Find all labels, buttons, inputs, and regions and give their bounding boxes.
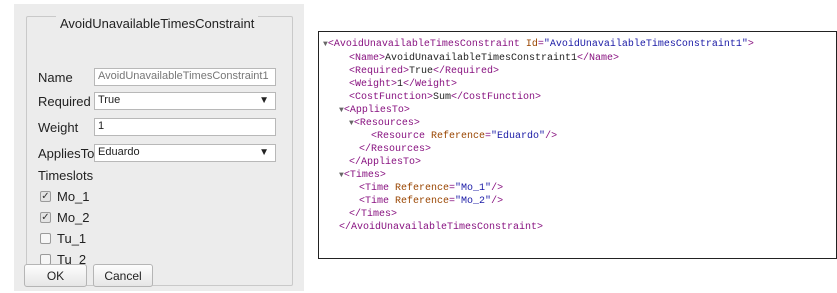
name-label: Name <box>38 70 73 85</box>
xml-tag: </Name> <box>577 53 620 64</box>
xml-attr-name: Id <box>519 39 538 50</box>
required-label: Required <box>38 94 91 109</box>
xml-attr-name: Reference <box>389 183 450 194</box>
xml-tag: </Times> <box>349 209 398 220</box>
weight-label: Weight <box>38 120 79 135</box>
timeslot-label: Tu_1 <box>57 230 87 246</box>
chevron-down-icon: ▼ <box>259 95 269 106</box>
xml-tag: <Time <box>359 196 390 207</box>
required-select-value: True <box>98 94 121 106</box>
xml-tag: > <box>747 39 754 50</box>
xml-tag: <CostFunction> <box>349 92 434 103</box>
xml-tag: <Resource <box>371 131 426 142</box>
xml-tag: <Time <box>359 183 390 194</box>
weight-field[interactable]: 1 <box>94 118 276 136</box>
timeslot-checkbox-mo1[interactable]: ✓ Mo_1 <box>40 188 90 204</box>
timeslot-label: Mo_1 <box>57 188 90 204</box>
timeslots-label: Timeslots <box>38 168 94 183</box>
xml-applies-close-line: </AppliesTo> <box>349 157 421 169</box>
xml-times-open-line: ▼<Times> <box>339 170 386 182</box>
xml-tag: <Resources> <box>353 118 420 129</box>
xml-attr-name: Reference <box>389 196 450 207</box>
checkbox-unchecked-icon[interactable] <box>40 253 51 265</box>
xml-text: Sum <box>433 92 452 103</box>
xml-tag: <Times> <box>343 170 386 181</box>
xml-time1-line: <Time Reference="Mo_1"/> <box>359 183 503 195</box>
xml-times-close-line: </Times> <box>349 209 397 221</box>
xml-root-close-line: </AvoidUnavailableTimesConstraint> <box>339 222 543 234</box>
xml-tag: <AvoidUnavailableTimesConstraint <box>327 39 520 50</box>
xml-tag: <Required> <box>349 66 410 77</box>
constraint-dialog: AvoidUnavailableTimesConstraint Name Avo… <box>14 4 304 291</box>
xml-tag: </Weight> <box>403 79 458 90</box>
name-field[interactable]: AvoidUnavailableTimesConstraint1 <box>94 68 276 86</box>
xml-view: ▼<AvoidUnavailableTimesConstraint Id="Av… <box>318 31 837 259</box>
xml-tag: <AppliesTo> <box>343 105 410 116</box>
xml-text: True <box>409 66 434 77</box>
xml-tag: </Required> <box>433 66 500 77</box>
xml-resources-close-line: </Resources> <box>359 144 431 156</box>
checkbox-checked-icon[interactable]: ✓ <box>40 211 51 223</box>
xml-resources-open-line: ▼<Resources> <box>349 118 420 130</box>
xml-required-line: <Required>True</Required> <box>349 66 499 78</box>
xml-time2-line: <Time Reference="Mo_2"/> <box>359 196 503 208</box>
timeslot-checkbox-tu1[interactable]: Tu_1 <box>40 230 86 246</box>
xml-text: AvoidUnavailableTimesConstraint1 <box>385 53 578 64</box>
xml-attr-value: "AvoidUnavailableTimesConstraint1" <box>543 39 748 50</box>
xml-tag: </Resources> <box>359 144 432 155</box>
chevron-down-icon: ▼ <box>259 147 269 158</box>
xml-tag: </AvoidUnavailableTimesConstraint> <box>339 222 544 233</box>
cancel-button[interactable]: Cancel <box>93 264 153 287</box>
xml-root-open-line: ▼<AvoidUnavailableTimesConstraint Id="Av… <box>323 39 754 51</box>
xml-tag: </CostFunction> <box>451 92 542 103</box>
xml-tag: /> <box>545 131 558 142</box>
xml-attr-value: "Eduardo" <box>491 131 546 142</box>
xml-tag: <Name> <box>349 53 386 64</box>
applies-to-select-value: Eduardo <box>98 146 140 158</box>
xml-attr-value: "Mo_2" <box>455 196 492 207</box>
checkbox-unchecked-icon[interactable] <box>40 232 51 244</box>
fieldset-legend: AvoidUnavailableTimesConstraint <box>56 16 259 31</box>
xml-resource-line: <Resource Reference="Eduardo"/> <box>371 131 557 143</box>
applies-to-select[interactable]: Eduardo ▼ <box>94 144 276 162</box>
xml-attr-value: "Mo_1" <box>455 183 492 194</box>
applies-to-label: AppliesTo <box>38 146 95 161</box>
xml-applies-open-line: ▼<AppliesTo> <box>339 105 410 117</box>
xml-cost-line: <CostFunction>Sum</CostFunction> <box>349 92 541 104</box>
xml-attr-name: Reference <box>425 131 486 142</box>
checkbox-checked-icon[interactable]: ✓ <box>40 190 51 202</box>
xml-tag: <Weight> <box>349 79 398 90</box>
timeslot-label: Mo_2 <box>57 209 90 225</box>
xml-tag: /> <box>491 196 504 207</box>
xml-tag: </AppliesTo> <box>349 157 422 168</box>
required-select[interactable]: True ▼ <box>94 92 276 110</box>
ok-button[interactable]: OK <box>24 264 87 287</box>
xml-name-line: <Name>AvoidUnavailableTimesConstraint1</… <box>349 53 619 65</box>
xml-weight-line: <Weight>1</Weight> <box>349 79 457 91</box>
xml-tag: /> <box>491 183 504 194</box>
timeslot-checkbox-mo2[interactable]: ✓ Mo_2 <box>40 209 90 225</box>
